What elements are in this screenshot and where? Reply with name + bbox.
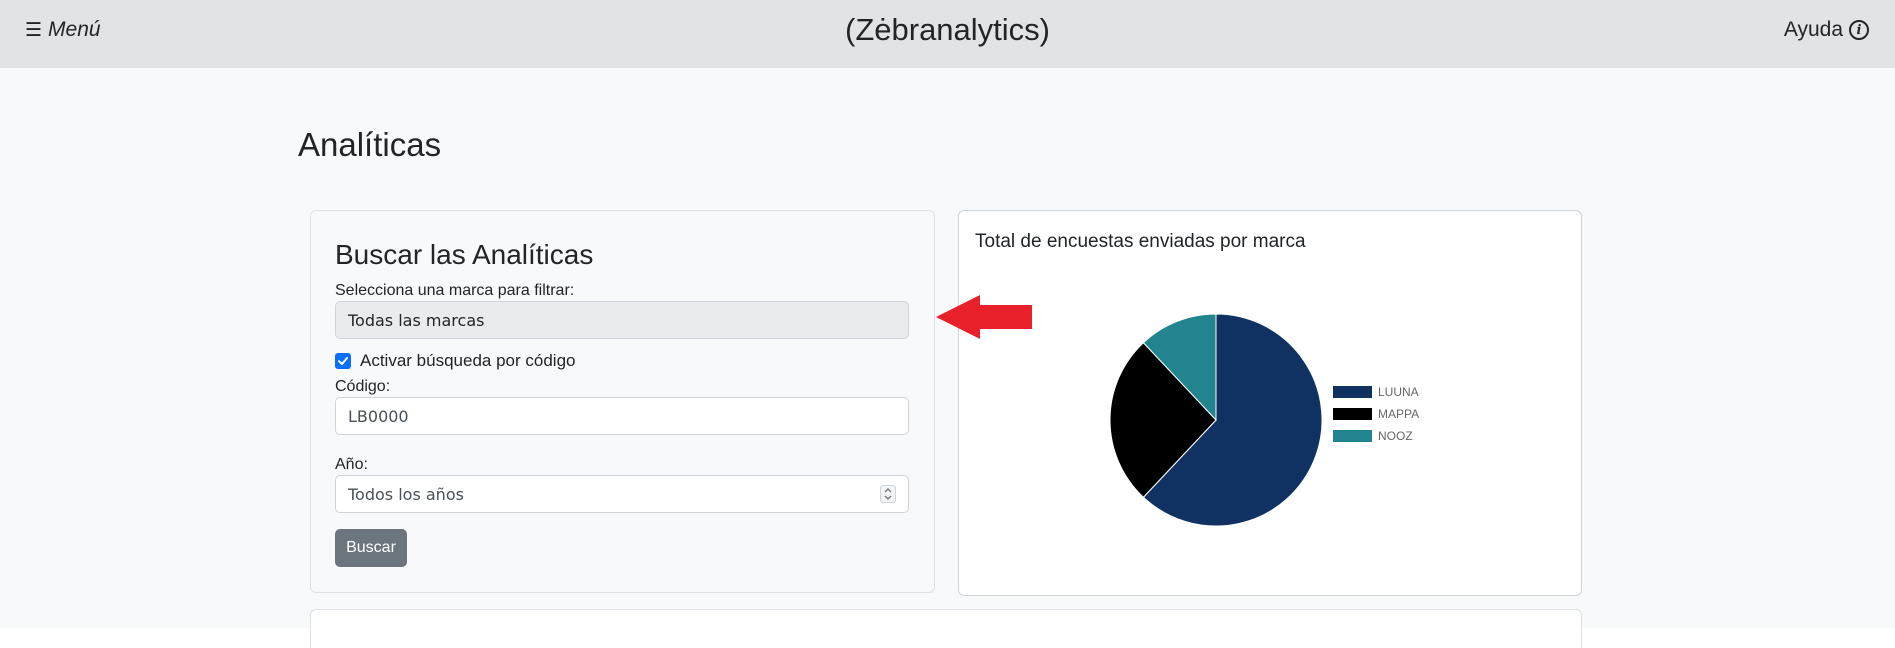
brand-filter-select[interactable]: Todas las marcas bbox=[335, 301, 909, 339]
red-arrow-left-icon bbox=[936, 295, 1032, 339]
brand-filter-value: Todas las marcas bbox=[348, 310, 485, 330]
year-input[interactable]: Todos los años bbox=[335, 475, 909, 513]
brand-title: (Zėbranalytics) bbox=[845, 12, 1050, 47]
code-search-toggle[interactable]: Activar búsqueda por código bbox=[335, 351, 575, 371]
year-label: Año: bbox=[335, 456, 368, 473]
year-input-value: Todos los años bbox=[348, 484, 464, 504]
legend-label-mappa[interactable]: MAPPA bbox=[1378, 407, 1419, 421]
main-content: Analíticas Buscar las Analíticas Selecci… bbox=[0, 68, 1895, 648]
chart-card: Total de encuestas enviadas por marca LU… bbox=[958, 210, 1582, 596]
top-navbar: ☰ Menú (Zėbranalytics) Ayuda i bbox=[0, 0, 1895, 68]
search-card-title: Buscar las Analíticas bbox=[335, 239, 594, 270]
legend-label-luuna[interactable]: LUUNA bbox=[1378, 385, 1419, 399]
help-button[interactable]: Ayuda i bbox=[1784, 18, 1869, 42]
legend-swatch-luuna[interactable] bbox=[1333, 386, 1372, 398]
legend-swatch-mappa[interactable] bbox=[1333, 408, 1372, 420]
code-input[interactable]: LB0000 bbox=[335, 397, 909, 435]
info-icon: i bbox=[1849, 20, 1869, 40]
code-input-value: LB0000 bbox=[348, 406, 409, 426]
pie-chart: LUUNA MAPPA NOOZ bbox=[1109, 313, 1419, 527]
help-label: Ayuda bbox=[1783, 18, 1843, 41]
number-spinner-icon[interactable] bbox=[880, 485, 896, 503]
page-title: Analíticas bbox=[298, 126, 442, 163]
code-label: Código: bbox=[335, 378, 391, 395]
legend-swatch-nooz[interactable] bbox=[1333, 430, 1372, 442]
checkbox-checked-icon[interactable] bbox=[335, 353, 351, 369]
brand-filter-label: Selecciona una marca para filtrar: bbox=[335, 282, 575, 299]
bottom-card bbox=[310, 609, 1582, 648]
search-button[interactable]: Buscar bbox=[335, 529, 407, 567]
search-card: Buscar las Analíticas Selecciona una mar… bbox=[310, 210, 935, 593]
legend-label-nooz[interactable]: NOOZ bbox=[1378, 429, 1413, 443]
code-search-toggle-label: Activar búsqueda por código bbox=[360, 351, 576, 370]
